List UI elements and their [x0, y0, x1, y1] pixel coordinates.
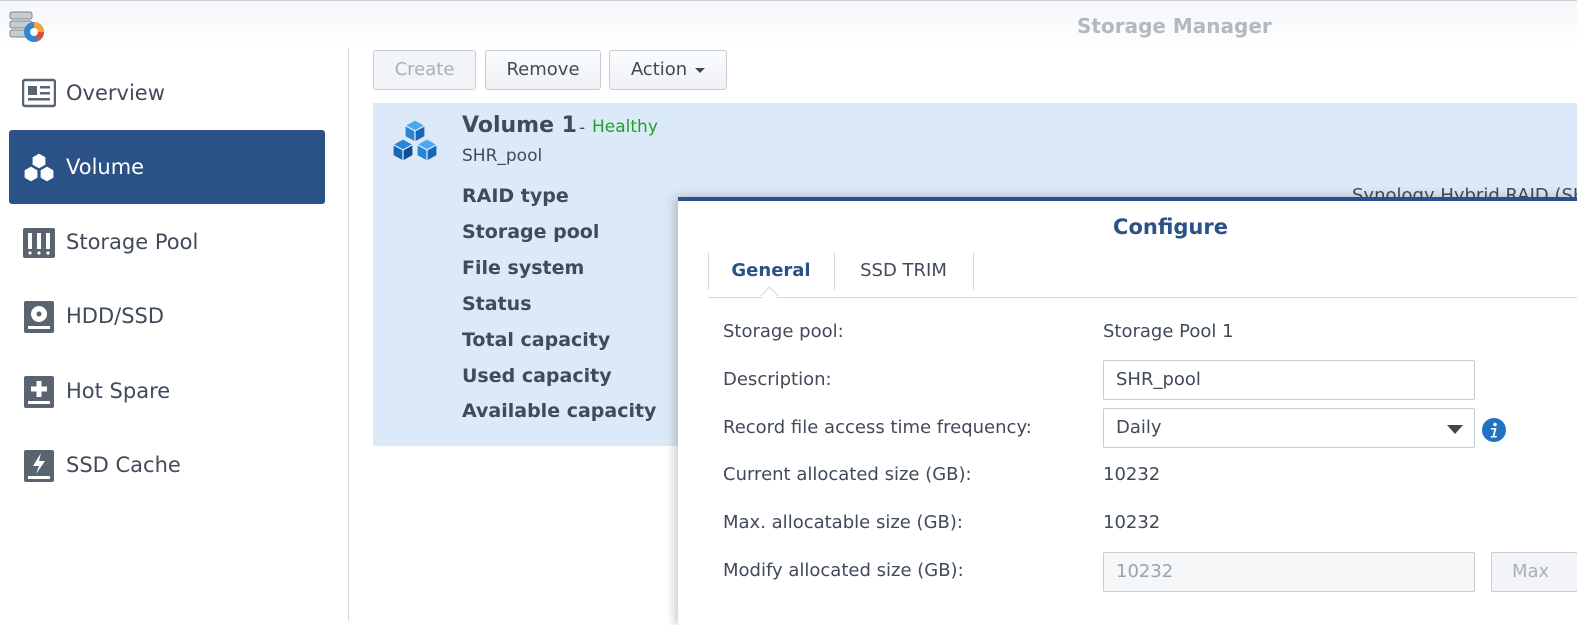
modify-size-input[interactable]: 10232 — [1103, 552, 1475, 592]
max-button[interactable]: Max — [1491, 552, 1577, 592]
remove-button[interactable]: Remove — [485, 50, 601, 90]
overview-icon — [22, 78, 56, 108]
sidebar-item-label: SSD Cache — [66, 453, 181, 477]
title-bar: Storage Manager — [0, 0, 1577, 49]
access-time-selected-value: Daily — [1116, 417, 1162, 438]
hot-spare-icon — [24, 376, 54, 408]
property-label-storage-pool: Storage pool — [462, 221, 600, 243]
volume-cubes-icon — [391, 119, 439, 163]
sidebar-item-hot-spare[interactable]: Hot Spare — [9, 354, 325, 428]
sidebar-item-volume[interactable]: Volume — [9, 130, 325, 204]
active-tab-indicator — [760, 286, 779, 305]
ssd-cache-icon — [24, 450, 54, 482]
sidebar-item-ssd-cache[interactable]: SSD Cache — [9, 428, 325, 502]
volume-title-separator: - — [579, 118, 586, 138]
current-size-value: 10232 — [1103, 464, 1161, 485]
sidebar-item-storage-pool[interactable]: Storage Pool — [9, 205, 325, 279]
volume-icon — [23, 152, 55, 183]
storage-pool-icon — [23, 228, 55, 258]
storage-pool-value: Storage Pool 1 — [1103, 321, 1234, 342]
modify-size-label: Modify allocated size (GB): — [723, 560, 964, 581]
sidebar-item-hdd-ssd[interactable]: HDD/SSD — [9, 279, 325, 353]
window-title: Storage Manager — [1077, 14, 1272, 38]
description-label: Description: — [723, 369, 832, 390]
sidebar-item-label: HDD/SSD — [66, 304, 165, 328]
create-button[interactable]: Create — [373, 50, 476, 90]
volume-status: Healthy — [592, 117, 658, 137]
max-size-value: 10232 — [1103, 512, 1161, 533]
tab-ssd-trim[interactable]: SSD TRIM — [834, 253, 973, 289]
info-icon[interactable] — [1481, 417, 1507, 443]
property-label-total-capacity: Total capacity — [462, 329, 611, 351]
property-label-raid-type: RAID type — [462, 185, 569, 207]
property-label-status: Status — [462, 293, 532, 315]
action-button-label: Action — [630, 59, 688, 80]
sidebar-item-label: Hot Spare — [66, 379, 171, 403]
chevron-down-icon — [695, 67, 706, 73]
property-label-available-capacity: Available capacity — [462, 400, 657, 422]
volume-description: SHR_pool — [462, 146, 543, 166]
sidebar-item-label: Overview — [66, 81, 165, 105]
tab-general[interactable]: General — [708, 253, 834, 289]
dialog-tabs: General SSD TRIM — [708, 253, 1577, 305]
storage-pool-label: Storage pool: — [723, 321, 844, 342]
action-button[interactable]: Action — [609, 50, 727, 90]
property-label-used-capacity: Used capacity — [462, 365, 612, 387]
access-time-select[interactable]: Daily — [1103, 408, 1475, 448]
sidebar-item-label: Storage Pool — [66, 230, 199, 254]
property-label-file-system: File system — [462, 257, 585, 279]
description-input[interactable]: SHR_pool — [1103, 360, 1475, 400]
sidebar: Overview Volume Storage Pool HDD/SSD Hot… — [0, 48, 349, 621]
current-size-label: Current allocated size (GB): — [723, 464, 972, 485]
max-size-label: Max. allocatable size (GB): — [723, 512, 963, 533]
access-time-label: Record file access time frequency: — [723, 417, 1032, 438]
sidebar-item-label: Volume — [66, 155, 145, 179]
dropdown-arrow-icon — [1447, 425, 1463, 434]
configure-dialog: Configure General SSD TRIM Storage pool:… — [678, 197, 1577, 625]
hdd-icon — [24, 301, 54, 333]
storage-manager-icon — [9, 11, 44, 42]
sidebar-item-overview[interactable]: Overview — [9, 56, 325, 130]
volume-title: Volume 1 — [462, 113, 577, 138]
dialog-title: Configure — [1113, 215, 1228, 239]
